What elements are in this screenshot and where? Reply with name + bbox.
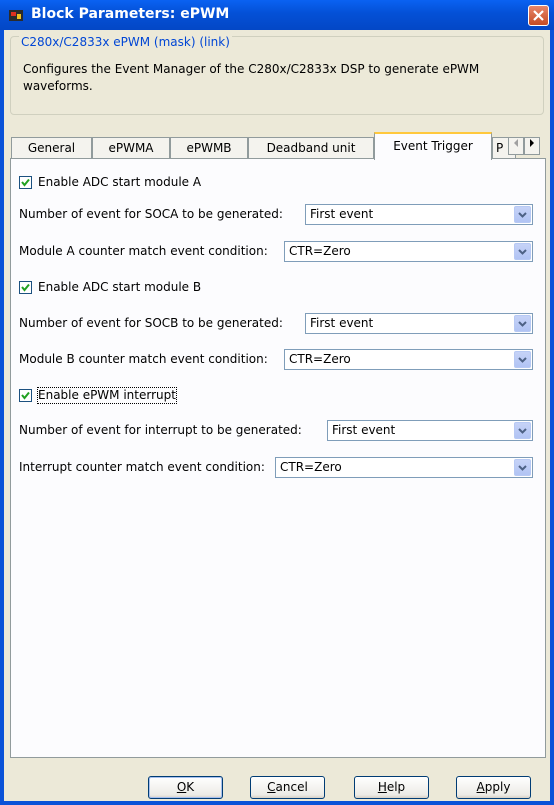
soca-count-value: First event [310, 207, 374, 221]
tab-strip: General ePWMA ePWMB Deadband unit Event … [10, 132, 546, 160]
interrupt-condition-select[interactable]: CTR=Zero [275, 457, 533, 478]
dropdown-button[interactable] [514, 422, 531, 439]
tab-epwmb[interactable]: ePWMB [170, 137, 248, 159]
soca-count-label: Number of event for SOCA to be generated… [19, 207, 283, 221]
a-condition-label: Module A counter match event condition: [19, 244, 268, 258]
help-mnemonic: H [377, 780, 387, 794]
close-button[interactable] [528, 5, 549, 26]
dropdown-button[interactable] [514, 206, 531, 223]
window-title: Block Parameters: ePWM [31, 6, 230, 22]
b-condition-label: Module B counter match event condition: [19, 352, 268, 366]
tab-epwma[interactable]: ePWMA [92, 137, 170, 159]
chevron-down-icon [518, 249, 527, 255]
tab-deadband-unit[interactable]: Deadband unit [248, 137, 374, 159]
help-button[interactable]: Help [354, 776, 429, 799]
a-condition-value: CTR=Zero [289, 244, 351, 258]
close-icon [533, 10, 544, 21]
checkbox-box[interactable] [19, 389, 32, 402]
interrupt-count-value: First event [332, 423, 396, 437]
mask-description-group: C280x/C2833x ePWM (mask) (link) Configur… [10, 35, 544, 115]
apply-label: pply [484, 780, 511, 794]
cancel-label: ancel [275, 780, 308, 794]
socb-count-select[interactable]: First event [305, 313, 533, 334]
soca-count-select[interactable]: First event [305, 204, 533, 225]
enable-interrupt-checkbox[interactable]: Enable ePWM interrupt [19, 387, 319, 404]
socb-count-value: First event [310, 316, 374, 330]
tab-scroll-right-button[interactable] [524, 137, 540, 155]
apply-button[interactable]: Apply [456, 776, 531, 799]
dropdown-button[interactable] [514, 459, 531, 476]
simulink-block-icon [9, 10, 23, 21]
tab-general[interactable]: General [11, 137, 92, 159]
title-bar[interactable]: Block Parameters: ePWM [0, 0, 554, 30]
block-parameters-window: Block Parameters: ePWM C280x/C2833x ePWM… [0, 0, 554, 805]
tab-event-trigger[interactable]: Event Trigger [374, 132, 492, 160]
event-trigger-panel: Enable ADC start module A Number of even… [10, 158, 546, 758]
chevron-down-icon [518, 357, 527, 363]
cancel-mnemonic: C [267, 780, 276, 794]
checkbox-box[interactable] [19, 176, 32, 189]
b-condition-select[interactable]: CTR=Zero [284, 349, 533, 370]
apply-mnemonic: A [476, 780, 485, 794]
cancel-button[interactable]: Cancel [250, 776, 325, 799]
dropdown-button[interactable] [514, 243, 531, 260]
enable-interrupt-label: Enable ePWM interrupt [37, 387, 177, 404]
interrupt-count-label: Number of event for interrupt to be gene… [19, 423, 302, 437]
ok-mnemonic: O [176, 780, 187, 794]
tab-scroll-left-button[interactable] [508, 137, 524, 155]
enable-adc-a-label: Enable ADC start module A [38, 175, 202, 189]
arrow-right-icon [530, 139, 534, 147]
b-condition-value: CTR=Zero [289, 352, 351, 366]
interrupt-count-select[interactable]: First event [327, 420, 533, 441]
interrupt-condition-label: Interrupt counter match event condition: [19, 460, 265, 474]
chevron-down-icon [518, 321, 527, 327]
checkbox-box[interactable] [19, 281, 32, 294]
enable-adc-b-label: Enable ADC start module B [38, 280, 202, 294]
mask-title: C280x/C2833x ePWM (mask) (link) [19, 35, 232, 49]
enable-adc-b-checkbox[interactable]: Enable ADC start module B [19, 280, 319, 296]
enable-adc-a-checkbox[interactable]: Enable ADC start module A [19, 175, 319, 191]
chevron-down-icon [518, 428, 527, 434]
help-label: elp [386, 780, 406, 794]
mask-description: Configures the Event Manager of the C280… [23, 62, 480, 93]
checkmark-icon [21, 178, 30, 187]
arrow-left-icon [514, 139, 518, 147]
chevron-down-icon [518, 465, 527, 471]
socb-count-label: Number of event for SOCB to be generated… [19, 316, 283, 330]
ok-label: K [186, 780, 195, 794]
chevron-down-icon [518, 212, 527, 218]
a-condition-select[interactable]: CTR=Zero [284, 241, 533, 262]
ok-button[interactable]: OK [148, 776, 223, 799]
dropdown-button[interactable] [514, 351, 531, 368]
dropdown-button[interactable] [514, 315, 531, 332]
dialog-body: C280x/C2833x ePWM (mask) (link) Configur… [4, 30, 550, 801]
checkmark-icon [21, 391, 30, 400]
checkmark-icon [21, 283, 30, 292]
interrupt-condition-value: CTR=Zero [280, 460, 342, 474]
